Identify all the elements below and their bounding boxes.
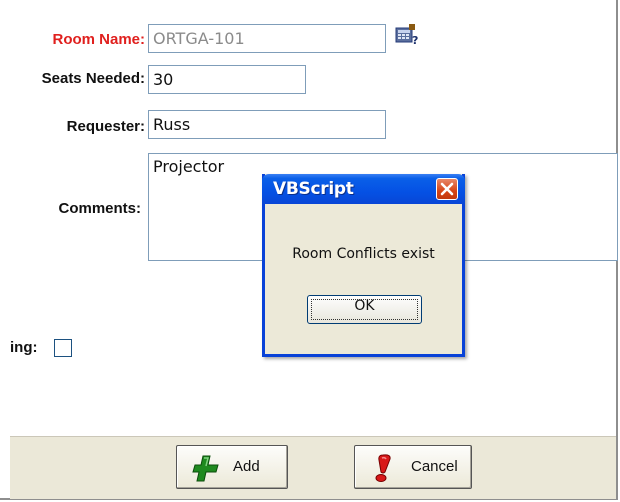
cancel-button-label: Cancel	[411, 458, 458, 475]
comments-label: Comments:	[58, 200, 141, 217]
red-exclamation-icon	[375, 454, 391, 482]
vbscript-dialog: VBScript Room Conflicts exist OK	[262, 174, 465, 357]
requester-label: Requester:	[66, 118, 145, 135]
seats-needed-field[interactable]: 30	[148, 65, 306, 94]
option-checkbox[interactable]	[54, 339, 72, 357]
ok-focus-rect	[311, 299, 418, 320]
green-plus-icon	[192, 455, 219, 482]
room-lookup-icon[interactable]: ?	[393, 22, 423, 48]
add-button-label: Add	[233, 458, 260, 475]
dialog-title: VBScript	[273, 179, 354, 199]
seats-needed-label: Seats Needed:	[41, 70, 145, 87]
ok-button[interactable]: OK	[307, 295, 422, 324]
close-button[interactable]	[436, 178, 458, 200]
requester-field[interactable]: Russ	[148, 110, 386, 139]
room-name-field[interactable]: ORTGA-101	[148, 24, 386, 53]
room-name-label: Room Name:	[52, 31, 145, 48]
add-button[interactable]: Add	[176, 445, 288, 489]
button-bar: Add Cancel	[10, 436, 616, 499]
close-icon	[440, 182, 454, 196]
svg-text:?: ?	[412, 34, 418, 47]
dialog-message: Room Conflicts exist	[292, 246, 435, 262]
checkbox-label: ing:	[10, 339, 38, 356]
cancel-button[interactable]: Cancel	[354, 445, 472, 489]
dialog-titlebar[interactable]: VBScript	[262, 174, 465, 204]
